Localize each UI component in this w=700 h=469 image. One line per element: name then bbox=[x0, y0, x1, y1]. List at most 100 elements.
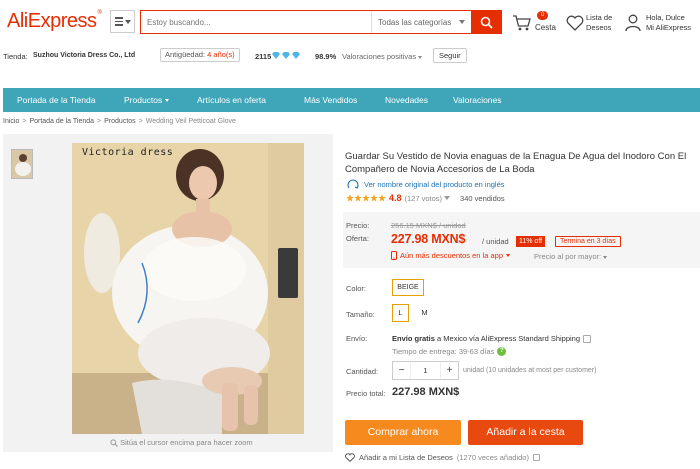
quantity-input[interactable]: 1 bbox=[411, 362, 440, 379]
nav-store-home[interactable]: Portada de la Tienda bbox=[17, 88, 95, 112]
store-info-bar: Tienda: Suzhou Victoria Dress Co., Ltd A… bbox=[0, 47, 700, 67]
product-main-image[interactable] bbox=[72, 143, 304, 434]
store-score: 2115 bbox=[255, 52, 272, 61]
breadcrumb-current: Wedding Veil Petticoat Glove bbox=[145, 118, 236, 125]
category-menu-button[interactable] bbox=[110, 10, 135, 33]
quantity-label: Cantidad: bbox=[346, 367, 379, 376]
quantity-decrease-button[interactable]: − bbox=[393, 362, 411, 379]
wishlist-link[interactable]: Lista de Deseos bbox=[566, 10, 622, 36]
store-age-badge: Antigüedad: 4 año(s) bbox=[160, 48, 240, 62]
breadcrumb-products[interactable]: Productos bbox=[104, 118, 136, 125]
delivery-time: Tiempo de entrega: 39-63 días? bbox=[392, 347, 507, 356]
phone-icon bbox=[391, 251, 397, 260]
wishlist-label: Lista de Deseos bbox=[586, 13, 613, 32]
nav-new-arrivals[interactable]: Novedades bbox=[385, 88, 428, 112]
add-to-wishlist-link[interactable]: Añadir a mi Lista de Deseos (1270 veces … bbox=[345, 453, 540, 462]
buy-now-button[interactable]: Comprar ahora bbox=[345, 420, 461, 445]
chevron-down-icon bbox=[124, 19, 131, 24]
cart-count-badge: 0 bbox=[537, 11, 549, 20]
star-icon bbox=[378, 194, 386, 202]
breadcrumb: Inicio > Portada de la Tienda > Productos > We… bbox=[3, 118, 236, 125]
total-price-value: 227.98 MXN$ bbox=[392, 386, 460, 398]
search-category-label: Todas las categorías bbox=[378, 17, 452, 27]
account-label: Hola, Dulce Mi AliExpress bbox=[646, 13, 692, 32]
size-option-l[interactable]: L bbox=[392, 304, 409, 322]
diamond-icon bbox=[292, 52, 300, 59]
discount-badge: 11% off bbox=[516, 236, 546, 247]
star-icon bbox=[370, 194, 378, 202]
quantity-stepper: − 1 + bbox=[392, 361, 459, 380]
translate-icon bbox=[347, 179, 359, 189]
star-icon bbox=[354, 194, 362, 202]
breadcrumb-store-home[interactable]: Portada de la Tienda bbox=[29, 118, 94, 125]
positive-feedback-dropdown[interactable]: Valoraciones positivas bbox=[342, 52, 423, 61]
rating-votes: (127 votos) bbox=[404, 193, 443, 203]
rating-value: 4.8 bbox=[389, 193, 402, 203]
quantity-note: unidad (10 unidades at most per customer… bbox=[463, 367, 597, 374]
chevron-down-icon bbox=[506, 254, 510, 257]
product-title: Guardar Su Vestido de Novia enaguas de l… bbox=[345, 151, 687, 175]
nav-deals[interactable]: Artículos en oferta bbox=[197, 88, 266, 112]
positive-feedback-value: 98.9% bbox=[315, 52, 337, 61]
offer-label: Oferta: bbox=[346, 234, 369, 243]
product-photo bbox=[72, 143, 304, 434]
star-rating-icons bbox=[346, 194, 386, 202]
wholesale-price-dropdown[interactable]: Precio al por mayor: bbox=[534, 252, 608, 261]
store-label: Tienda: bbox=[3, 52, 28, 61]
diamond-icon bbox=[272, 52, 280, 59]
size-option-m[interactable]: M bbox=[416, 304, 433, 322]
search-input[interactable] bbox=[141, 11, 371, 33]
diamond-icon bbox=[282, 52, 290, 59]
store-nav: Portada de la Tienda Productos Artículos… bbox=[3, 88, 700, 112]
store-name-link[interactable]: Suzhou Victoria Dress Co., Ltd bbox=[33, 52, 135, 59]
offer-ends-badge: Termina en 3 días bbox=[555, 236, 621, 247]
original-title-link[interactable]: Ver nombre original del producto en ingl… bbox=[346, 178, 505, 190]
color-option-beige[interactable]: BEIGE bbox=[392, 279, 424, 296]
chevron-down-icon bbox=[165, 99, 170, 103]
zoom-hint: Sitúa el cursor encima para hacer zoom bbox=[110, 438, 253, 447]
chevron-down-icon bbox=[603, 255, 608, 259]
cart-label: Cesta bbox=[535, 23, 556, 32]
account-link[interactable]: Hola, Dulce Mi AliExpress bbox=[625, 10, 700, 36]
breadcrumb-home[interactable]: Inicio bbox=[3, 118, 19, 125]
sold-count: 340 vendidos bbox=[460, 193, 505, 203]
shipping-label: Envío: bbox=[346, 334, 368, 343]
star-icon bbox=[362, 194, 370, 202]
wishlist-count: (1270 veces añadido) bbox=[456, 453, 529, 462]
original-price: 256.15 MXN$ / unidad bbox=[391, 221, 466, 230]
product-thumbnail[interactable] bbox=[11, 149, 33, 179]
search-button[interactable] bbox=[471, 11, 501, 33]
user-icon bbox=[625, 14, 641, 32]
app-discounts-link[interactable]: Aún más descuentos en la app bbox=[391, 251, 510, 260]
star-icon bbox=[346, 194, 354, 202]
menu-icon bbox=[114, 17, 123, 26]
sale-price: 227.98 MXN$ bbox=[391, 232, 466, 246]
nav-reviews[interactable]: Valoraciones bbox=[453, 88, 502, 112]
chevron-down-icon bbox=[583, 335, 592, 344]
add-to-cart-button[interactable]: Añadir a la cesta bbox=[468, 420, 583, 445]
zoom-icon bbox=[110, 439, 118, 447]
quantity-increase-button[interactable]: + bbox=[440, 362, 458, 379]
chevron-down-icon bbox=[532, 454, 540, 461]
color-label: Color: bbox=[346, 284, 367, 293]
search-category-select[interactable]: Todas las categorías bbox=[371, 11, 471, 33]
cart-link[interactable]: 0 Cesta bbox=[512, 10, 560, 36]
follow-store-button[interactable]: Seguir bbox=[433, 48, 467, 63]
diamond-rating-icons bbox=[271, 51, 301, 60]
help-icon[interactable]: ? bbox=[497, 347, 507, 356]
chevron-down-icon bbox=[459, 20, 465, 24]
price-label: Precio: bbox=[346, 221, 370, 230]
nav-best-sellers[interactable]: Más Vendidos bbox=[304, 88, 357, 112]
registered-mark: ® bbox=[97, 10, 102, 16]
nav-products[interactable]: Productos bbox=[124, 88, 170, 112]
photo-watermark: Victoria dress bbox=[82, 147, 174, 158]
product-rating[interactable]: 4.8 (127 votos) 340 vendidos bbox=[346, 193, 505, 203]
price-panel: Precio: 256.15 MXN$ / unidad Oferta: 227… bbox=[343, 212, 700, 268]
heart-icon bbox=[566, 15, 584, 31]
shipping-option[interactable]: Envío gratis a Mexico vía AliExpress Sta… bbox=[392, 334, 592, 344]
aliexpress-logo[interactable]: AliExpress® bbox=[7, 10, 102, 33]
size-label: Tamaño: bbox=[346, 310, 375, 319]
search-icon bbox=[480, 16, 493, 29]
total-price-label: Precio total: bbox=[346, 389, 386, 398]
top-header: AliExpress® Todas las categorías 0 Cesta bbox=[0, 0, 700, 44]
